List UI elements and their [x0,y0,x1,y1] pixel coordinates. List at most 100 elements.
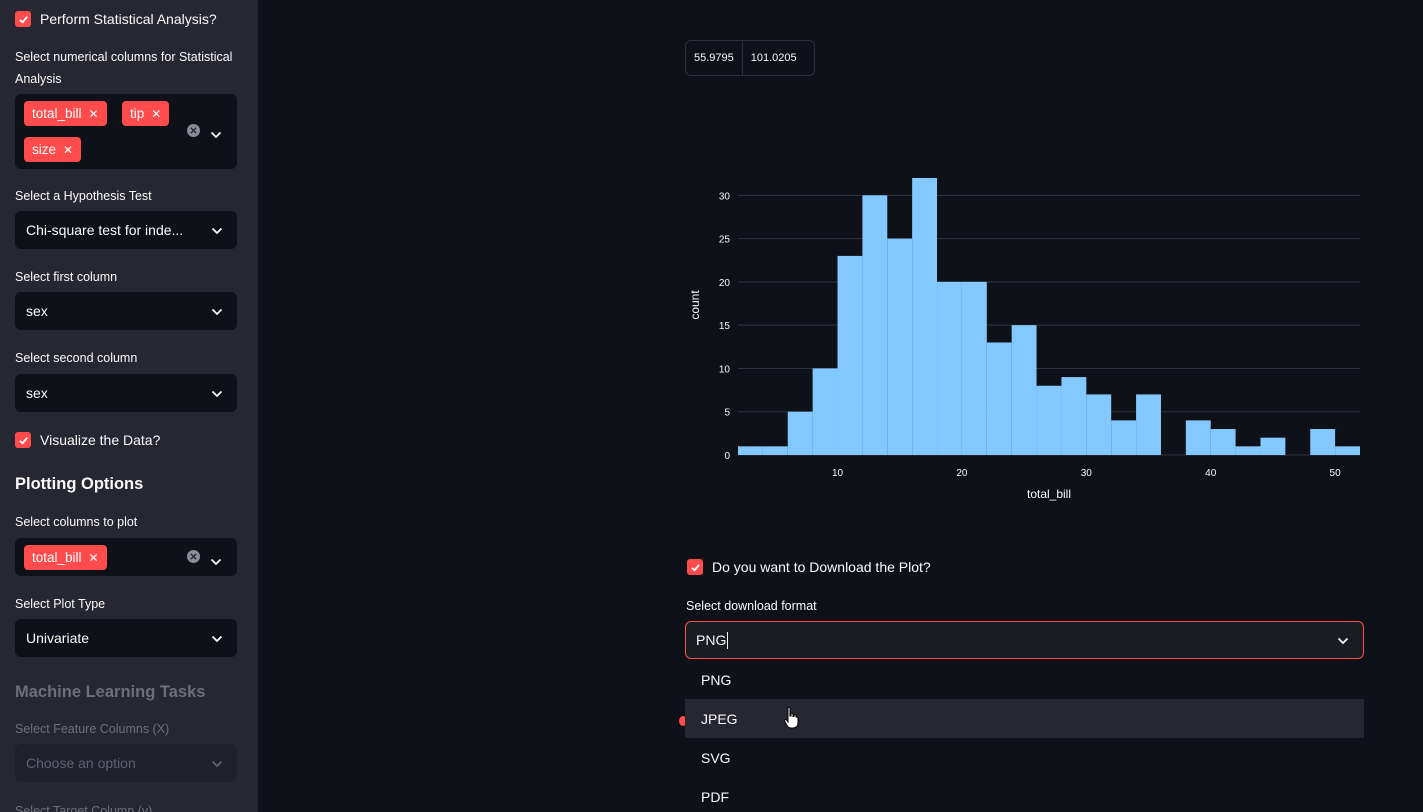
num-cols-label: Select numerical columns for Statistical… [15,46,245,90]
stats-checkbox[interactable]: Perform Statistical Analysis? [15,11,217,27]
y-tick-label: 10 [719,364,731,375]
histogram-bar [1235,446,1261,455]
y-tick-label: 0 [724,451,730,462]
histogram-chart: 0 5 10 15 20 25 30 10 20 30 40 50 total_bill count [688,178,1360,501]
histogram-bar [887,238,913,455]
feature-cols-placeholder: Choose an option [26,755,136,771]
format-option-pdf[interactable]: PDF [685,777,1364,812]
hand-pointer-icon [783,706,799,729]
x-tick-label: 30 [1081,468,1093,479]
check-icon [15,432,31,448]
tag-total-bill: total_bill ✕ [24,545,107,570]
histogram-bar [1210,429,1236,455]
y-tick-label: 20 [719,278,731,289]
histogram-bar [1061,377,1087,455]
chevron-down-icon[interactable] [210,553,222,571]
histogram-bar [1185,420,1211,455]
tag-label: total_bill [32,106,82,121]
download-plot-checkbox[interactable]: Do you want to Download the Plot? [687,559,931,575]
histogram-bar [1111,420,1137,455]
x-tick-label: 20 [956,468,968,479]
plot-type-value: Univariate [26,630,90,646]
histogram-bar [812,368,838,455]
histogram-bar [912,178,938,455]
chevron-down-icon[interactable] [210,126,222,144]
chevron-down-icon [211,303,223,319]
ml-tasks-title: Machine Learning Tasks [15,683,206,701]
sidebar: Perform Statistical Analysis? Select num… [0,0,258,812]
histogram-bar [762,446,788,455]
plot-cols-multiselect[interactable]: total_bill ✕ [15,538,237,576]
num-cols-multiselect[interactable]: total_bill ✕ tip ✕ size ✕ [15,94,237,169]
text-caret [727,631,729,649]
table-cell: 55.9795 [694,52,734,64]
download-format-select[interactable]: PNG [685,621,1364,659]
remove-tag-icon[interactable]: ✕ [63,144,73,156]
tag-label: tip [130,106,145,121]
histogram-bar [1335,446,1360,455]
visualize-checkbox-label: Visualize the Data? [40,432,161,448]
hypo-label: Select a Hypothesis Test [15,189,152,203]
histogram-bar [986,342,1012,455]
histogram-bar [937,281,962,455]
x-tick-label: 50 [1330,468,1342,479]
y-axis-label: count [688,290,702,320]
second-column-value: sex [26,385,48,401]
tag-size: size ✕ [24,137,82,162]
chevron-down-icon [211,755,223,771]
download-format-input[interactable]: PNG [696,632,726,648]
num-cols-label-line1: Select numerical columns for Statistical [15,50,233,64]
histogram-bar [961,281,987,455]
tag-label: size [32,142,57,157]
hypothesis-value: Chi-square test for inde... [26,222,184,238]
plotting-options-title: Plotting Options [15,475,144,493]
histogram-bar [837,255,863,455]
histogram-bar [1136,394,1161,455]
target-col-label: Select Target Column (y) [15,804,153,812]
x-tick-label: 40 [1205,468,1217,479]
format-dropdown-menu: PNG JPEG SVG PDF [685,660,1364,812]
format-option-png[interactable]: PNG [685,660,1364,699]
histogram-bar [1086,394,1112,455]
clear-all-icon[interactable] [187,550,200,563]
x-tick-label: 10 [832,468,844,479]
first-column-select[interactable]: sex [15,292,237,330]
histogram-bar [1260,437,1286,455]
histogram-bar [862,195,888,455]
x-axis-label: total_bill [1027,487,1071,501]
first-col-label: Select first column [15,270,118,284]
y-tick-label: 30 [719,191,731,202]
remove-tag-icon[interactable]: ✕ [89,552,99,564]
remove-tag-icon[interactable]: ✕ [151,108,161,120]
num-cols-label-line2: Analysis [15,72,62,86]
stats-table: 55.9795 101.0205 [685,40,815,76]
tag-tip: tip ✕ [122,101,170,126]
y-tick-label: 15 [719,321,731,332]
histogram-bar [1036,385,1062,455]
histogram-bar [787,411,813,455]
second-column-select[interactable]: sex [15,374,237,412]
download-format-label: Select download format [686,599,817,613]
chevron-down-icon [211,222,223,238]
format-option-svg[interactable]: SVG [685,738,1364,777]
table-cell: 101.0205 [741,41,805,75]
chevron-down-icon[interactable] [1337,632,1349,648]
stats-checkbox-label: Perform Statistical Analysis? [40,11,217,27]
first-column-value: sex [26,303,48,319]
clear-all-icon[interactable] [187,124,200,137]
second-col-label: Select second column [15,351,138,365]
plot-type-select[interactable]: Univariate [15,619,237,657]
check-icon [15,11,31,27]
remove-tag-icon[interactable]: ✕ [89,108,99,120]
y-tick-label: 5 [724,408,730,419]
check-icon [687,559,703,575]
visualize-checkbox[interactable]: Visualize the Data? [15,432,160,448]
download-plot-label: Do you want to Download the Plot? [712,559,931,575]
feature-cols-select[interactable]: Choose an option [15,744,237,782]
plot-cols-label: Select columns to plot [15,515,138,529]
hypothesis-select[interactable]: Chi-square test for inde... [15,211,237,249]
tag-label: total_bill [32,550,82,565]
histogram-bar [1011,325,1037,455]
tag-total-bill: total_bill ✕ [24,101,107,126]
chevron-down-icon [211,630,223,646]
